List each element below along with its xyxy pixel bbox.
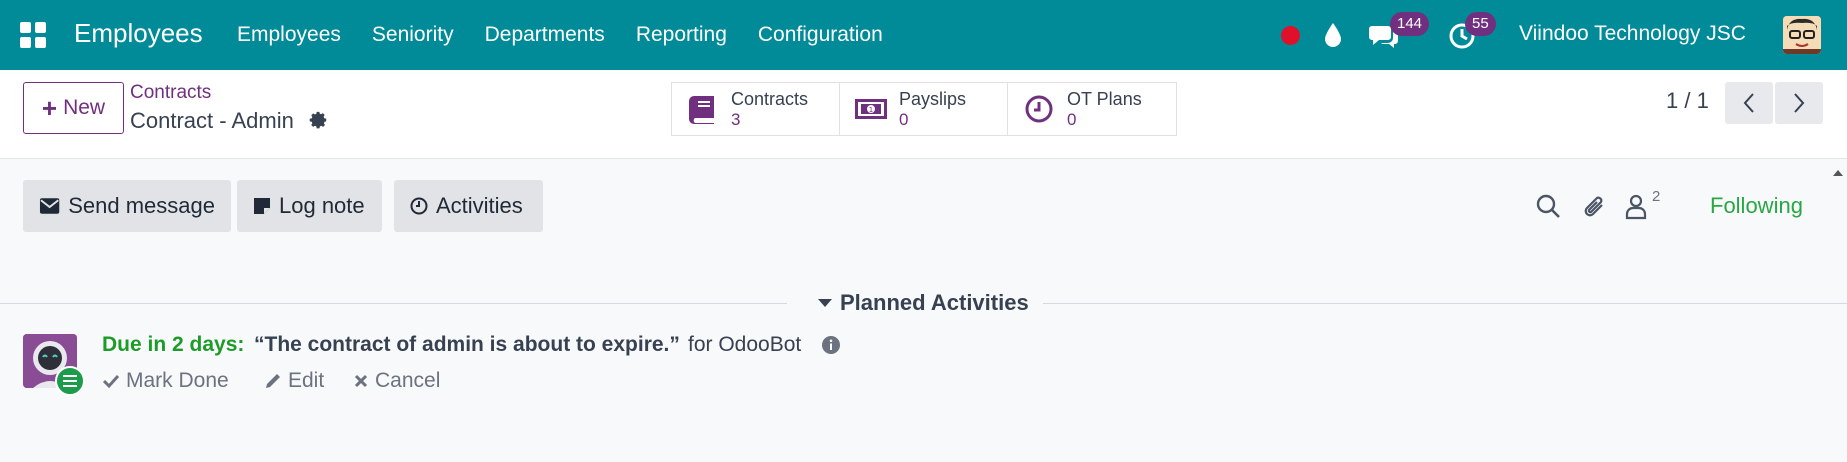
contracts-smart-button[interactable]: Contracts 3 — [672, 83, 840, 135]
edit-activity-button[interactable]: Edit — [264, 369, 324, 393]
separator — [0, 158, 1847, 168]
followers-icon[interactable] — [1622, 192, 1650, 220]
smart-button-value: 3 — [731, 110, 741, 129]
activities-button[interactable]: Activities — [394, 180, 543, 232]
note-icon — [254, 198, 270, 214]
new-button[interactable]: + New — [23, 82, 124, 134]
svg-text:1: 1 — [869, 106, 873, 114]
caret-down-icon — [818, 299, 832, 307]
menu-configuration[interactable]: Configuration — [758, 23, 883, 47]
close-icon — [354, 374, 368, 388]
chevron-left-icon — [1743, 93, 1754, 113]
activity-summary: “The contract of admin is about to expir… — [254, 333, 680, 356]
control-panel: + New Contracts Contract - Admin Contract… — [0, 70, 1847, 160]
divider — [1043, 303, 1847, 304]
main-menu: Employees Seniority Departments Reportin… — [237, 0, 914, 70]
record-title: Contract - Admin — [130, 108, 294, 133]
divider — [0, 303, 787, 304]
messages-badge: 144 — [1390, 12, 1430, 36]
menu-employees[interactable]: Employees — [237, 23, 341, 47]
paperclip-icon[interactable] — [1580, 192, 1608, 220]
app-name[interactable]: Employees — [74, 18, 203, 49]
send-message-button[interactable]: Send message — [23, 180, 231, 232]
chevron-right-icon — [1794, 93, 1805, 113]
todo-icon — [55, 366, 85, 396]
book-icon — [689, 96, 714, 124]
pager-value[interactable]: 1 / 1 — [1666, 88, 1709, 114]
menu-departments[interactable]: Departments — [485, 23, 605, 47]
user-avatar[interactable] — [1783, 16, 1821, 54]
pager-previous-button[interactable] — [1725, 82, 1773, 124]
log-note-button[interactable]: Log note — [237, 180, 382, 232]
mark-done-button[interactable]: Mark Done — [102, 369, 229, 393]
apps-menu-icon[interactable] — [20, 22, 46, 48]
pencil-icon — [266, 374, 280, 388]
info-icon[interactable] — [821, 335, 841, 355]
smart-button-label: Payslips — [899, 89, 967, 109]
ot-plans-smart-button[interactable]: OT Plans 0 — [1008, 83, 1176, 135]
menu-reporting[interactable]: Reporting — [636, 23, 727, 47]
followers-count: 2 — [1652, 188, 1661, 205]
smart-buttons: Contracts 3 1 Payslips 0 OT Plans 0 — [671, 82, 1177, 136]
payslips-smart-button[interactable]: 1 Payslips 0 — [840, 83, 1008, 135]
search-icon[interactable] — [1534, 192, 1562, 220]
smart-button-label: OT Plans — [1067, 89, 1142, 109]
check-icon — [102, 374, 120, 389]
following-button[interactable]: Following — [1710, 193, 1803, 219]
scrollbar-up-arrow[interactable] — [1833, 170, 1843, 176]
breadcrumb-contracts[interactable]: Contracts — [130, 82, 211, 104]
smart-button-value: 0 — [1067, 110, 1077, 129]
clock-icon — [1025, 95, 1053, 123]
activity-due: Due in 2 days: — [102, 333, 245, 356]
gear-icon[interactable] — [309, 111, 329, 131]
recording-icon[interactable] — [1281, 26, 1300, 45]
drop-icon[interactable] — [1323, 22, 1343, 48]
plus-icon: + — [41, 93, 58, 123]
envelope-icon — [39, 198, 60, 214]
activities-badge: 55 — [1465, 12, 1496, 36]
company-switcher[interactable]: Viindoo Technology JSC — [1519, 22, 1746, 46]
top-navbar: Employees Employees Seniority Department… — [0, 0, 1847, 70]
smart-button-value: 0 — [899, 110, 909, 129]
planned-activities-toggle[interactable]: Planned Activities — [818, 290, 1029, 316]
pager-next-button[interactable] — [1775, 82, 1823, 124]
smart-button-label: Contracts — [731, 89, 809, 109]
clock-icon — [410, 197, 428, 215]
activity-assignee: for OdooBot — [688, 333, 802, 356]
menu-seniority[interactable]: Seniority — [372, 23, 454, 47]
money-icon: 1 — [855, 99, 887, 119]
cancel-activity-button[interactable]: Cancel — [353, 369, 440, 393]
